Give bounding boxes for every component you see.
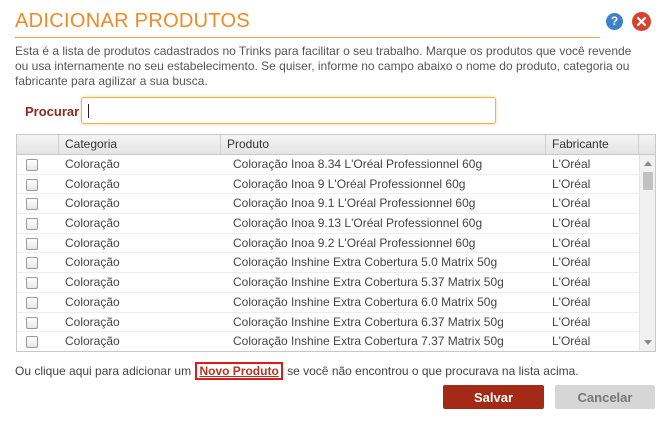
cell-fabricante: L'Oréal xyxy=(552,196,591,211)
table-scrollbar[interactable] xyxy=(639,155,655,351)
close-icon[interactable] xyxy=(632,12,651,31)
cell-categoria: Coloração xyxy=(65,176,120,191)
cell-produto: Coloração Inoa 9.2 L'Oréal Professionnel… xyxy=(233,235,476,250)
header-categoria[interactable]: Categoria xyxy=(59,135,221,154)
row-checkbox[interactable] xyxy=(26,237,38,250)
cell-fabricante: L'Oréal xyxy=(552,275,591,290)
row-checkbox[interactable] xyxy=(26,277,38,290)
scroll-down-icon[interactable] xyxy=(644,340,652,345)
title-divider xyxy=(15,37,600,38)
cell-categoria: Coloração xyxy=(65,157,120,171)
cell-produto: Coloração Inoa 9.1 L'Oréal Professionnel… xyxy=(233,196,476,211)
cell-fabricante: L'Oréal xyxy=(552,157,591,171)
search-input[interactable] xyxy=(81,97,496,124)
cell-fabricante: L'Oréal xyxy=(552,255,591,270)
table-row[interactable]: Coloração Coloração Inshine Extra Cobertu… xyxy=(17,253,639,274)
cell-categoria: Coloração xyxy=(65,334,120,349)
cell-categoria: Coloração xyxy=(65,196,120,211)
table-row[interactable]: Coloração Coloração Inshine Extra Cobertu… xyxy=(17,313,639,333)
intro-text: Esta é a lista de produtos cadastrados n… xyxy=(15,44,632,88)
cell-fabricante: L'Oréal xyxy=(552,334,591,349)
products-table: Categoria Produto Fabricante Coloração Co… xyxy=(16,134,656,352)
help-icon[interactable]: ? xyxy=(606,13,623,30)
cell-categoria: Coloração xyxy=(65,235,120,250)
footer-text: Ou clique aqui para adicionar um Novo Pr… xyxy=(15,362,579,380)
table-row[interactable]: Coloração Coloração Inoa 9.13 L'Oréal Pro… xyxy=(17,214,639,234)
cell-categoria: Coloração xyxy=(65,314,120,329)
header-produto[interactable]: Produto xyxy=(221,135,546,154)
save-button[interactable]: Salvar xyxy=(443,385,544,409)
cell-categoria: Coloração xyxy=(65,275,120,290)
cell-produto: Coloração Inshine Extra Cobertura 5.37 M… xyxy=(233,275,504,290)
cell-fabricante: L'Oréal xyxy=(552,294,591,309)
cell-fabricante: L'Oréal xyxy=(552,216,591,231)
header-fabricante[interactable]: Fabricante xyxy=(546,135,639,154)
scroll-thumb[interactable] xyxy=(643,172,653,190)
footer-text-after: se você não encontrou o que procurava na… xyxy=(287,364,579,378)
scroll-up-icon[interactable] xyxy=(644,161,652,166)
cell-fabricante: L'Oréal xyxy=(552,314,591,329)
table-body: Coloração Coloração Inoa 8.34 L'Oréal Pro… xyxy=(17,155,639,351)
table-row[interactable]: Coloração Coloração Inoa 9.1 L'Oréal Prof… xyxy=(17,194,639,215)
cell-produto: Coloração Inshine Extra Cobertura 7.37 M… xyxy=(233,334,504,349)
row-checkbox[interactable] xyxy=(26,316,38,329)
cell-produto: Coloração Inshine Extra Cobertura 5.0 Ma… xyxy=(233,255,498,270)
table-row[interactable]: Coloração Coloração Inshine Extra Cobertu… xyxy=(17,332,639,351)
cell-fabricante: L'Oréal xyxy=(552,176,591,191)
row-checkbox[interactable] xyxy=(26,159,38,171)
text-caret xyxy=(88,104,89,118)
header-checkbox-col xyxy=(17,135,59,154)
novo-produto-link[interactable]: Novo Produto xyxy=(195,362,283,380)
row-checkbox[interactable] xyxy=(26,296,38,309)
table-row[interactable]: Coloração Coloração Inshine Extra Cobertu… xyxy=(17,293,639,313)
row-checkbox[interactable] xyxy=(26,336,38,349)
table-row[interactable]: Coloração Coloração Inshine Extra Cobertu… xyxy=(17,273,639,293)
table-header: Categoria Produto Fabricante xyxy=(17,135,655,155)
cell-categoria: Coloração xyxy=(65,294,120,309)
cell-produto: Coloração Inshine Extra Cobertura 6.0 Ma… xyxy=(233,294,498,309)
row-checkbox[interactable] xyxy=(26,198,38,211)
row-checkbox[interactable] xyxy=(26,257,38,270)
cell-produto: Coloração Inoa 9 L'Oréal Professionnel 6… xyxy=(233,176,466,191)
table-row[interactable]: Coloração Coloração Inoa 8.34 L'Oréal Pro… xyxy=(17,155,639,175)
cell-produto: Coloração Inoa 9.13 L'Oréal Professionne… xyxy=(233,216,483,231)
footer-text-before: Ou clique aqui para adicionar um xyxy=(15,364,192,378)
search-label: Procurar xyxy=(25,104,80,119)
cell-fabricante: L'Oréal xyxy=(552,235,591,250)
cell-produto: Coloração Inshine Extra Cobertura 6.37 M… xyxy=(233,314,504,329)
cancel-button[interactable]: Cancelar xyxy=(555,385,655,409)
table-row[interactable]: Coloração Coloração Inoa 9.2 L'Oréal Prof… xyxy=(17,234,639,254)
cell-categoria: Coloração xyxy=(65,255,120,270)
cell-categoria: Coloração xyxy=(65,216,120,231)
row-checkbox[interactable] xyxy=(26,218,38,231)
row-checkbox[interactable] xyxy=(26,178,38,191)
cell-produto: Coloração Inoa 8.34 L'Oréal Professionne… xyxy=(233,157,483,171)
table-row[interactable]: Coloração Coloração Inoa 9 L'Oréal Profes… xyxy=(17,175,639,195)
dialog-title: ADICIONAR PRODUTOS xyxy=(15,10,251,32)
